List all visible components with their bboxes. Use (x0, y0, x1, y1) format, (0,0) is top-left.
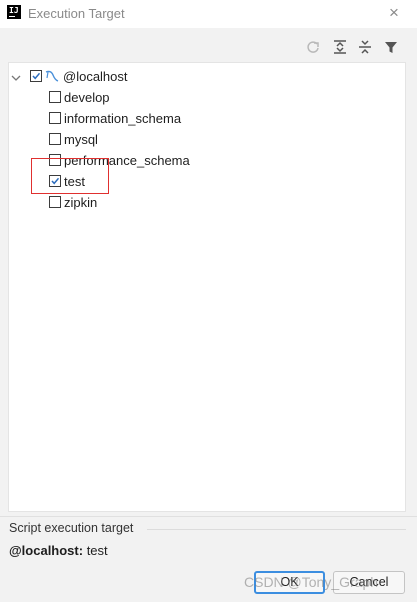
tree-label-mysql: mysql (64, 132, 98, 147)
watermark: CSDN @Tony_Graph (244, 574, 379, 590)
datasource-icon (45, 69, 59, 83)
window-title: Execution Target (28, 6, 125, 21)
schema-tree: @localhost develop information_schema my… (8, 62, 406, 512)
execution-target-value: @localhost: test (9, 543, 108, 558)
tree-label-localhost: @localhost (63, 69, 128, 84)
target-host: @localhost: (9, 543, 84, 558)
tree-label-develop: develop (64, 90, 110, 105)
tree-row-zipkin[interactable]: zipkin (9, 192, 405, 212)
divider (0, 516, 417, 517)
checkbox-mysql[interactable] (49, 133, 61, 145)
expand-all-icon[interactable] (331, 38, 349, 56)
section-title: Script execution target (9, 521, 134, 535)
tree-row-information-schema[interactable]: information_schema (9, 108, 405, 128)
tree-row-develop[interactable]: develop (9, 87, 405, 107)
refresh-icon[interactable] (304, 38, 322, 56)
checkbox-information-schema[interactable] (49, 112, 61, 124)
tree-row-mysql[interactable]: mysql (9, 129, 405, 149)
section-divider (147, 529, 406, 530)
close-icon[interactable]: × (385, 4, 403, 22)
collapse-all-icon[interactable] (356, 38, 374, 56)
tree-label-zipkin: zipkin (64, 195, 98, 210)
tree-row-localhost[interactable]: @localhost (9, 66, 405, 86)
chevron-down-icon[interactable] (11, 71, 21, 81)
checkbox-zipkin[interactable] (49, 196, 61, 208)
checkbox-localhost[interactable] (30, 70, 42, 82)
intellij-app-icon: IJ (7, 5, 21, 19)
title-bar: IJ Execution Target × (0, 0, 417, 28)
annotation-highlight-box (31, 158, 109, 194)
target-schema: test (83, 543, 108, 558)
filter-icon[interactable] (382, 38, 400, 56)
checkbox-develop[interactable] (49, 91, 61, 103)
tree-label-information-schema: information_schema (64, 111, 182, 126)
tree-toolbar (0, 34, 417, 62)
